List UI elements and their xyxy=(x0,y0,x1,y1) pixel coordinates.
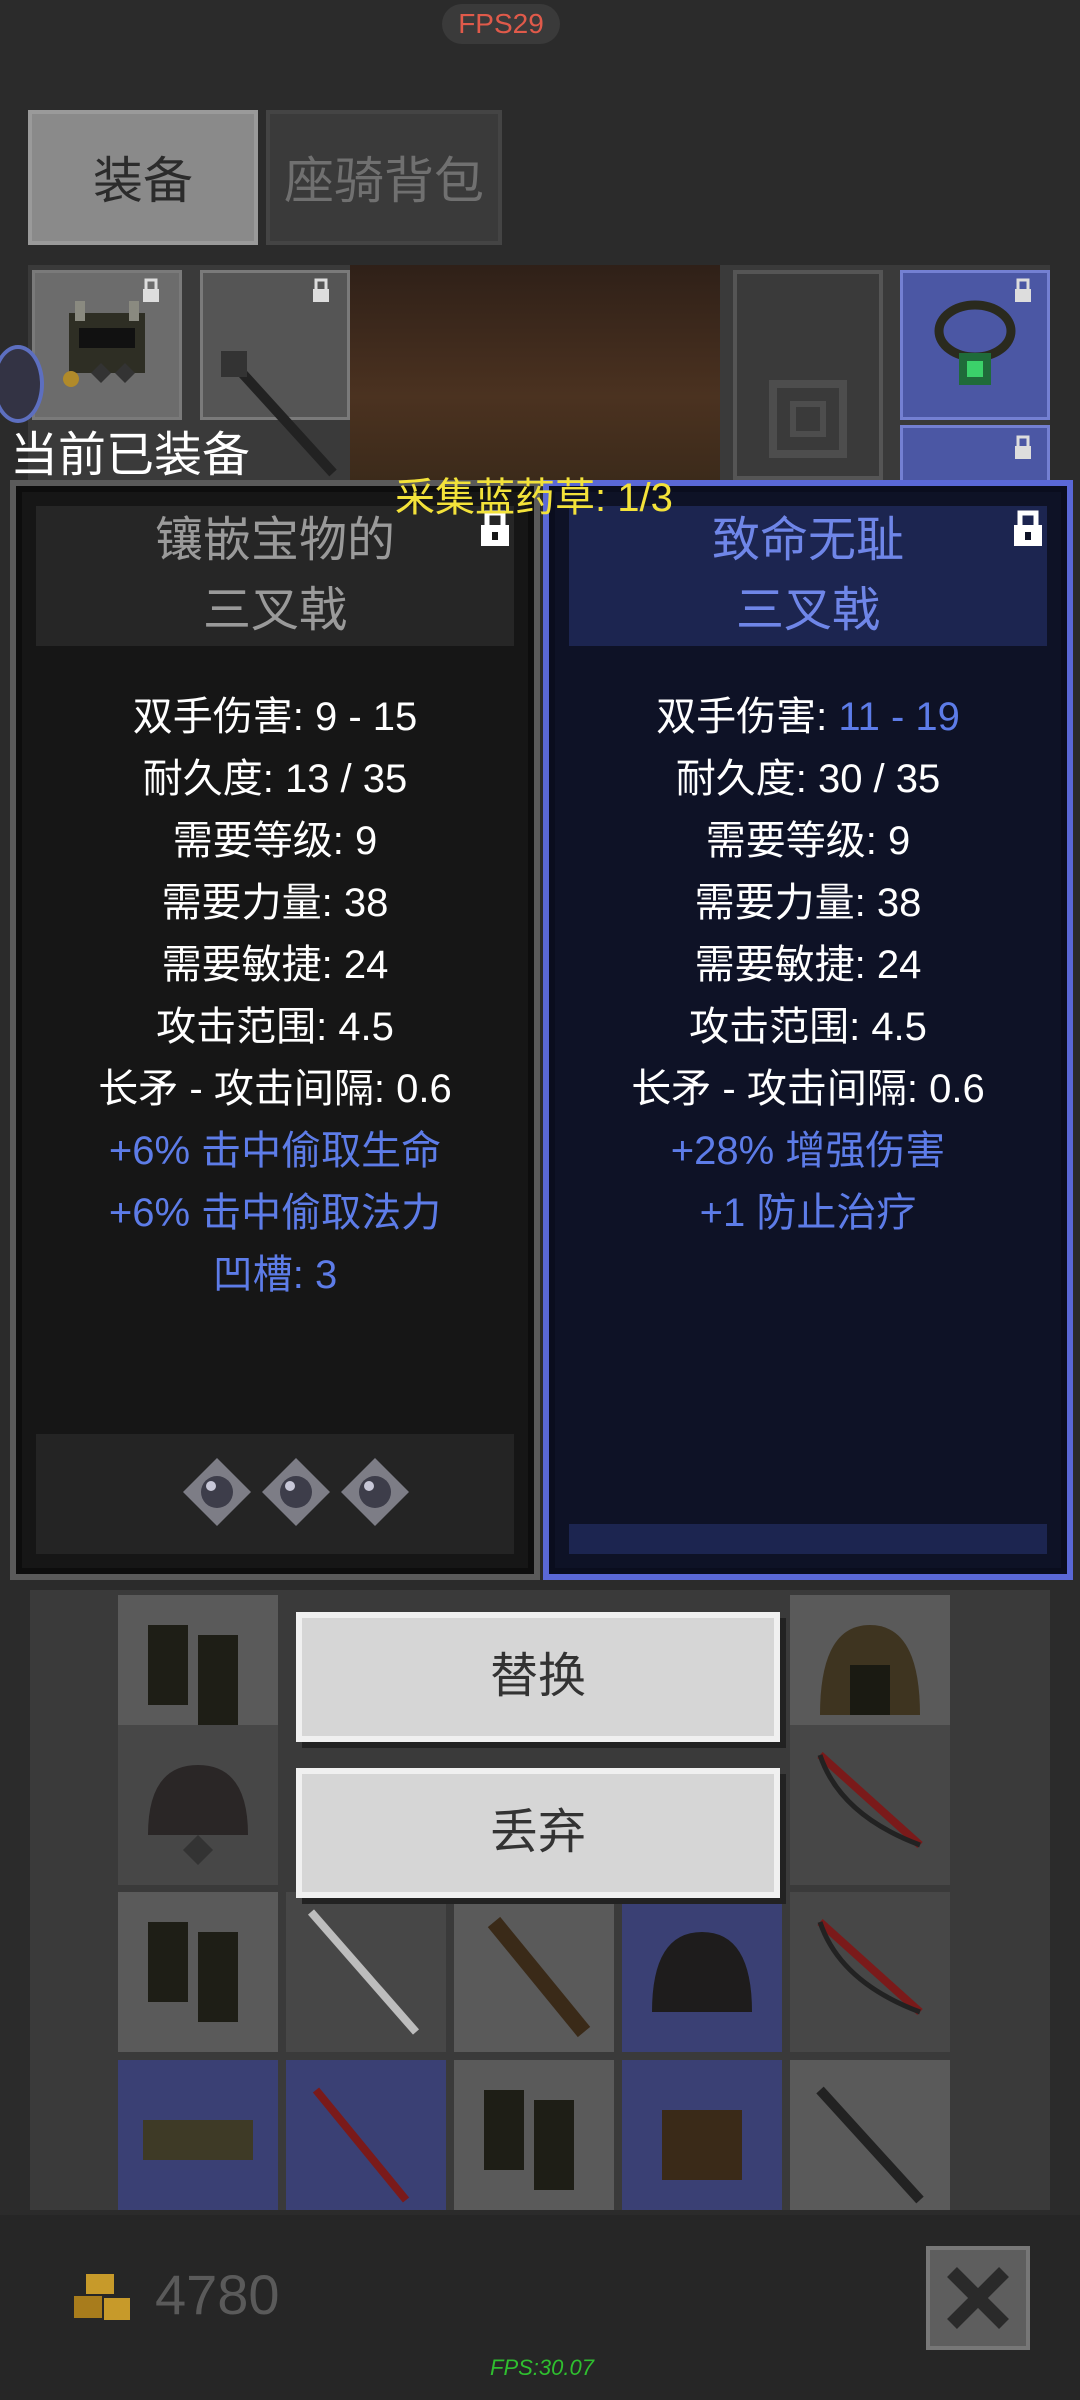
socket-row xyxy=(36,1434,514,1554)
lock-icon xyxy=(143,278,159,302)
inventory-slot-club[interactable] xyxy=(454,1892,614,2052)
gold-amount: 4780 xyxy=(155,2263,280,2326)
bow-icon xyxy=(817,1919,923,2015)
equip-slot-offhand[interactable] xyxy=(733,270,883,480)
gloves-icon xyxy=(662,2110,742,2180)
new-item-name: 致命无耻 三叉戟 xyxy=(569,506,1047,646)
discard-button[interactable]: 丢弃 xyxy=(296,1768,780,1898)
stat-required-dexterity: 需要敏捷: 24 xyxy=(694,943,922,987)
bow-icon xyxy=(312,2087,410,2203)
inventory-slot-cap[interactable] xyxy=(118,1725,278,1885)
stat-damage: 双手伤害: 11 - 19 xyxy=(656,695,960,739)
stat-required-level: 需要等级: 9 xyxy=(172,819,378,863)
boots-icon xyxy=(484,2090,574,2190)
stat-attack-interval: 长矛 - 攻击间隔: 0.6 xyxy=(631,1067,985,1111)
fps-counter-bottom: FPS:30.07 xyxy=(490,2355,594,2380)
tab-mount-bag[interactable]: 座骑背包 xyxy=(266,110,502,245)
equipped-item-name: 镶嵌宝物的 三叉戟 xyxy=(36,506,514,646)
affix-sockets: 凹槽: 3 xyxy=(212,1253,338,1297)
inventory-slot-boots[interactable] xyxy=(118,1892,278,2052)
affix-mana-steal: +6% 击中偷取法力 xyxy=(108,1191,442,1235)
quest-tracker: 采集蓝药草: 1/3 xyxy=(395,476,673,520)
inventory-slot-trident[interactable] xyxy=(790,2060,950,2210)
equipped-item-panel: 镶嵌宝物的 三叉戟 双手伤害: 9 - 15 耐久度: 13 / 35 需要等级… xyxy=(10,480,540,1580)
stat-durability: 耐久度: 30 / 35 xyxy=(675,757,941,801)
stat-damage: 双手伤害: 9 - 15 xyxy=(132,695,418,739)
stat-attack-range: 攻击范围: 4.5 xyxy=(156,1005,394,1049)
trident-icon xyxy=(816,2086,924,2204)
bow-icon xyxy=(817,1752,923,1848)
fps-counter-top: FPS29 xyxy=(442,4,560,44)
close-button[interactable] xyxy=(926,2246,1030,2350)
stat-required-strength: 需要力量: 38 xyxy=(694,881,922,925)
stat-required-strength: 需要力量: 38 xyxy=(161,881,389,925)
stat-required-dexterity: 需要敏捷: 24 xyxy=(161,943,389,987)
lock-icon[interactable] xyxy=(1011,510,1045,548)
close-icon xyxy=(947,2267,1009,2329)
inventory-slot-boots[interactable] xyxy=(454,2060,614,2210)
new-item-stats: 双手伤害: 11 - 19 耐久度: 30 / 35 需要等级: 9 需要力量:… xyxy=(549,686,1067,1244)
gem-socket-icon xyxy=(183,1458,251,1526)
new-item-footer xyxy=(569,1524,1047,1554)
gem-socket-icon xyxy=(341,1458,409,1526)
replace-button[interactable]: 替换 xyxy=(296,1612,780,1742)
lock-icon xyxy=(1015,278,1031,302)
equipped-item-stats: 双手伤害: 9 - 15 耐久度: 13 / 35 需要等级: 9 需要力量: … xyxy=(16,686,534,1306)
sword-icon xyxy=(307,1909,420,2035)
gold-coins-icon xyxy=(74,2274,130,2320)
affix-life-steal: +6% 击中偷取生命 xyxy=(108,1129,442,1173)
new-item-name-line2: 三叉戟 xyxy=(735,584,880,637)
cap-icon xyxy=(652,1932,752,2012)
stat-durability: 耐久度: 13 / 35 xyxy=(142,757,408,801)
inventory-slot-bow[interactable] xyxy=(790,1725,950,1885)
inventory-slot-gloves[interactable] xyxy=(622,2060,782,2210)
tab-equipment[interactable]: 装备 xyxy=(28,110,258,245)
inventory-slot-belt[interactable] xyxy=(118,2060,278,2210)
affix-enhanced-damage: +28% 增强伤害 xyxy=(670,1129,946,1173)
inventory-slot-sword[interactable] xyxy=(286,1892,446,2052)
belt-icon xyxy=(143,2120,253,2160)
inventory-slot-bow[interactable] xyxy=(790,1892,950,2052)
boots-icon xyxy=(148,1922,238,2022)
equipped-item-name-line2: 三叉戟 xyxy=(202,584,347,637)
stat-required-level: 需要等级: 9 xyxy=(705,819,911,863)
currently-equipped-label: 当前已装备 xyxy=(10,429,251,482)
stat-attack-interval: 长矛 - 攻击间隔: 0.6 xyxy=(98,1067,452,1111)
club-icon xyxy=(487,1916,591,2038)
lock-icon xyxy=(1015,435,1031,459)
lock-icon xyxy=(313,278,329,302)
character-scene xyxy=(350,265,720,485)
inventory-slot-cap[interactable] xyxy=(622,1892,782,2052)
stat-attack-range: 攻击范围: 4.5 xyxy=(689,1005,927,1049)
shield-placeholder-icon xyxy=(769,380,847,458)
inventory-slot-bow[interactable] xyxy=(286,2060,446,2210)
new-item-panel: 致命无耻 三叉戟 双手伤害: 11 - 19 耐久度: 30 / 35 需要等级… xyxy=(543,480,1073,1580)
cap-icon xyxy=(148,1765,248,1865)
affix-prevent-heal: +1 防止治疗 xyxy=(699,1191,917,1235)
gem-socket-icon xyxy=(262,1458,330,1526)
